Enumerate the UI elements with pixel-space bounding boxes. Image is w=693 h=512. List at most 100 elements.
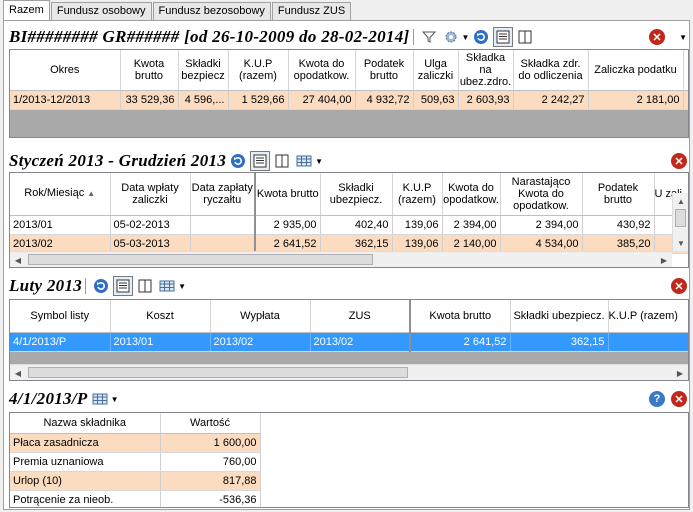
tab-razem[interactable]: Razem	[3, 0, 50, 20]
cell: 33 529,36	[120, 90, 179, 110]
divider	[85, 278, 87, 294]
refresh-icon[interactable]	[228, 151, 248, 171]
cell: 4/1/2013/P	[10, 332, 111, 352]
table-row[interactable]: 1/2013-12/2013 33 529,36 4 596,... 1 529…	[10, 90, 688, 110]
table-row[interactable]: Potrącenie za nieob. -536,36	[10, 490, 261, 507]
collapse-icon[interactable]: ▼	[679, 33, 687, 42]
close-icon[interactable]: ✕	[671, 153, 687, 169]
column-header[interactable]: Kwota brutto	[409, 300, 511, 333]
table-view-icon[interactable]	[493, 27, 514, 47]
split-view-icon[interactable]	[272, 151, 292, 171]
column-header[interactable]: Narastająco Kwota do opodatkow.	[500, 173, 583, 216]
cell: 430,92	[582, 215, 655, 235]
grid-icon[interactable]	[157, 276, 177, 296]
cell: 2013/01	[10, 215, 111, 235]
column-header[interactable]: Podatek brutto	[355, 50, 414, 91]
month-grid: Symbol listy Koszt Wypłata ZUS Kwota bru…	[9, 299, 689, 381]
column-header[interactable]: Składka zdr. do odliczenia	[513, 50, 589, 91]
chevron-down-icon[interactable]: ▼	[111, 395, 119, 404]
column-header[interactable]: ZUS	[310, 300, 411, 333]
table-view-icon[interactable]	[250, 151, 271, 171]
scroll-thumb[interactable]	[28, 254, 373, 265]
close-icon[interactable]: ✕	[671, 391, 687, 407]
chevron-down-icon[interactable]: ▼	[178, 282, 186, 291]
detail-table: Nazwa składnika Wartość Płaca zasadnicza…	[10, 413, 261, 507]
cell: 362,15	[510, 332, 609, 352]
refresh-icon[interactable]	[91, 276, 111, 296]
table-row[interactable]: 4/1/2013/P 2013/01 2013/02 2013/02 2 641…	[10, 332, 688, 352]
scroll-thumb[interactable]	[675, 209, 686, 227]
help-icon[interactable]: ?	[649, 391, 665, 407]
column-header[interactable]: Wartość	[160, 413, 261, 434]
grid-icon[interactable]	[90, 389, 110, 409]
column-header[interactable]: Kwota do opodatkow.	[442, 173, 501, 216]
column-header[interactable]: Podatek brutto	[582, 173, 655, 216]
tab-content: BI######## GR###### [od 26-10-2009 do 28…	[3, 20, 690, 510]
sort-asc-icon: ▲	[87, 189, 96, 199]
column-header[interactable]: Zaliczka podatku	[588, 50, 684, 91]
column-header[interactable]: Składki ubezpiecz.	[320, 173, 393, 216]
cell: 2013/02	[210, 332, 311, 352]
column-header[interactable]: K.U.P (razem)	[228, 50, 289, 91]
detail-header: 4/1/2013/P ▼ ? ✕	[9, 388, 689, 410]
chevron-down-icon[interactable]: ▼	[315, 157, 323, 166]
table-row[interactable]: Płaca zasadnicza 1 600,00	[10, 433, 261, 453]
horizontal-scrollbar[interactable]: ◀ ▶	[10, 251, 672, 267]
year-header: Styczeń 2013 - Grudzień 2013 ▼ ✕	[9, 150, 689, 172]
column-header[interactable]: Składki bezpiecz	[178, 50, 229, 91]
horizontal-scrollbar[interactable]: ◀ ▶	[10, 364, 688, 380]
month-header-row: Symbol listy Koszt Wypłata ZUS Kwota bru…	[10, 300, 688, 333]
scroll-up-icon[interactable]: ▲	[673, 193, 688, 209]
column-header-rok-miesiac[interactable]: Rok/Miesiąc ▲	[10, 173, 111, 216]
column-header[interactable]: Kwota brutto	[254, 173, 321, 216]
split-view-icon[interactable]	[135, 276, 155, 296]
tab-fundusz-osobowy[interactable]: Fundusz osobowy	[50, 2, 152, 20]
cell: 2013/01	[110, 332, 211, 352]
table-row[interactable]: 2013/01 05-02-2013 2 935,00 402,40 139,0…	[10, 215, 688, 235]
column-header[interactable]: Wypłata	[210, 300, 311, 333]
table-row[interactable]: Premia uznaniowa 760,00	[10, 452, 261, 472]
summary-grid: Okres Kwota brutto Składki bezpiecz K.U.…	[9, 49, 689, 138]
column-header[interactable]: K.U.P (razem)	[608, 300, 688, 333]
grid-icon[interactable]	[294, 151, 314, 171]
column-header[interactable]: Kwota do opodatkow.	[288, 50, 356, 91]
scroll-right-icon[interactable]: ▶	[656, 252, 672, 267]
column-header[interactable]: Nazwa składnika	[10, 413, 161, 434]
scroll-left-icon[interactable]: ◀	[10, 252, 26, 267]
column-header[interactable]: Data zapłaty ryczałtu	[190, 173, 256, 216]
filter-icon[interactable]	[419, 27, 439, 47]
column-header[interactable]: Data wpłaty zaliczki	[110, 173, 191, 216]
tab-fundusz-bezosobowy[interactable]: Fundusz bezosobowy	[152, 2, 271, 20]
column-header[interactable]: Ulga zaliczki	[413, 50, 459, 91]
column-header[interactable]: Koszt	[110, 300, 211, 333]
month-header: Luty 2013 ▼ ✕	[9, 275, 689, 297]
close-icon[interactable]: ✕	[649, 29, 665, 45]
table-view-icon[interactable]	[113, 276, 134, 296]
scroll-right-icon[interactable]: ▶	[672, 365, 688, 380]
scroll-thumb[interactable]	[28, 367, 408, 378]
cell: 760,00	[160, 452, 261, 472]
tab-fundusz-zus[interactable]: Fundusz ZUS	[271, 2, 352, 20]
column-header[interactable]: Okres	[10, 50, 121, 91]
year-title: Styczeń 2013 - Grudzień 2013	[9, 151, 227, 170]
close-icon[interactable]: ✕	[671, 278, 687, 294]
cell: Płaca zasadnicza	[10, 433, 161, 453]
cell: 05-02-2013	[110, 215, 191, 235]
gear-icon[interactable]	[441, 27, 461, 47]
chevron-down-icon[interactable]: ▼	[462, 33, 470, 42]
cell: 817,88	[160, 471, 261, 491]
column-header[interactable]: Symbol listy	[10, 300, 111, 333]
column-header[interactable]: Kwota brutto	[120, 50, 179, 91]
split-view-icon[interactable]	[515, 27, 535, 47]
column-header[interactable]: Składka na ubez.zdro.	[458, 50, 514, 91]
column-header[interactable]: K.U.P (razem)	[392, 173, 443, 216]
table-row[interactable]: Urlop (10) 817,88	[10, 471, 261, 491]
scroll-down-icon[interactable]: ▼	[673, 235, 688, 251]
cell: 2 242,27	[513, 90, 589, 110]
refresh-icon[interactable]	[471, 27, 491, 47]
vertical-scrollbar[interactable]: ▲ ▼	[672, 193, 688, 251]
scroll-left-icon[interactable]: ◀	[10, 365, 26, 380]
fund-tabs: Razem Fundusz osobowy Fundusz bezosobowy…	[3, 0, 352, 20]
column-header[interactable]: Składki ubezpiecz.	[510, 300, 609, 333]
cell: 509,63	[413, 90, 459, 110]
